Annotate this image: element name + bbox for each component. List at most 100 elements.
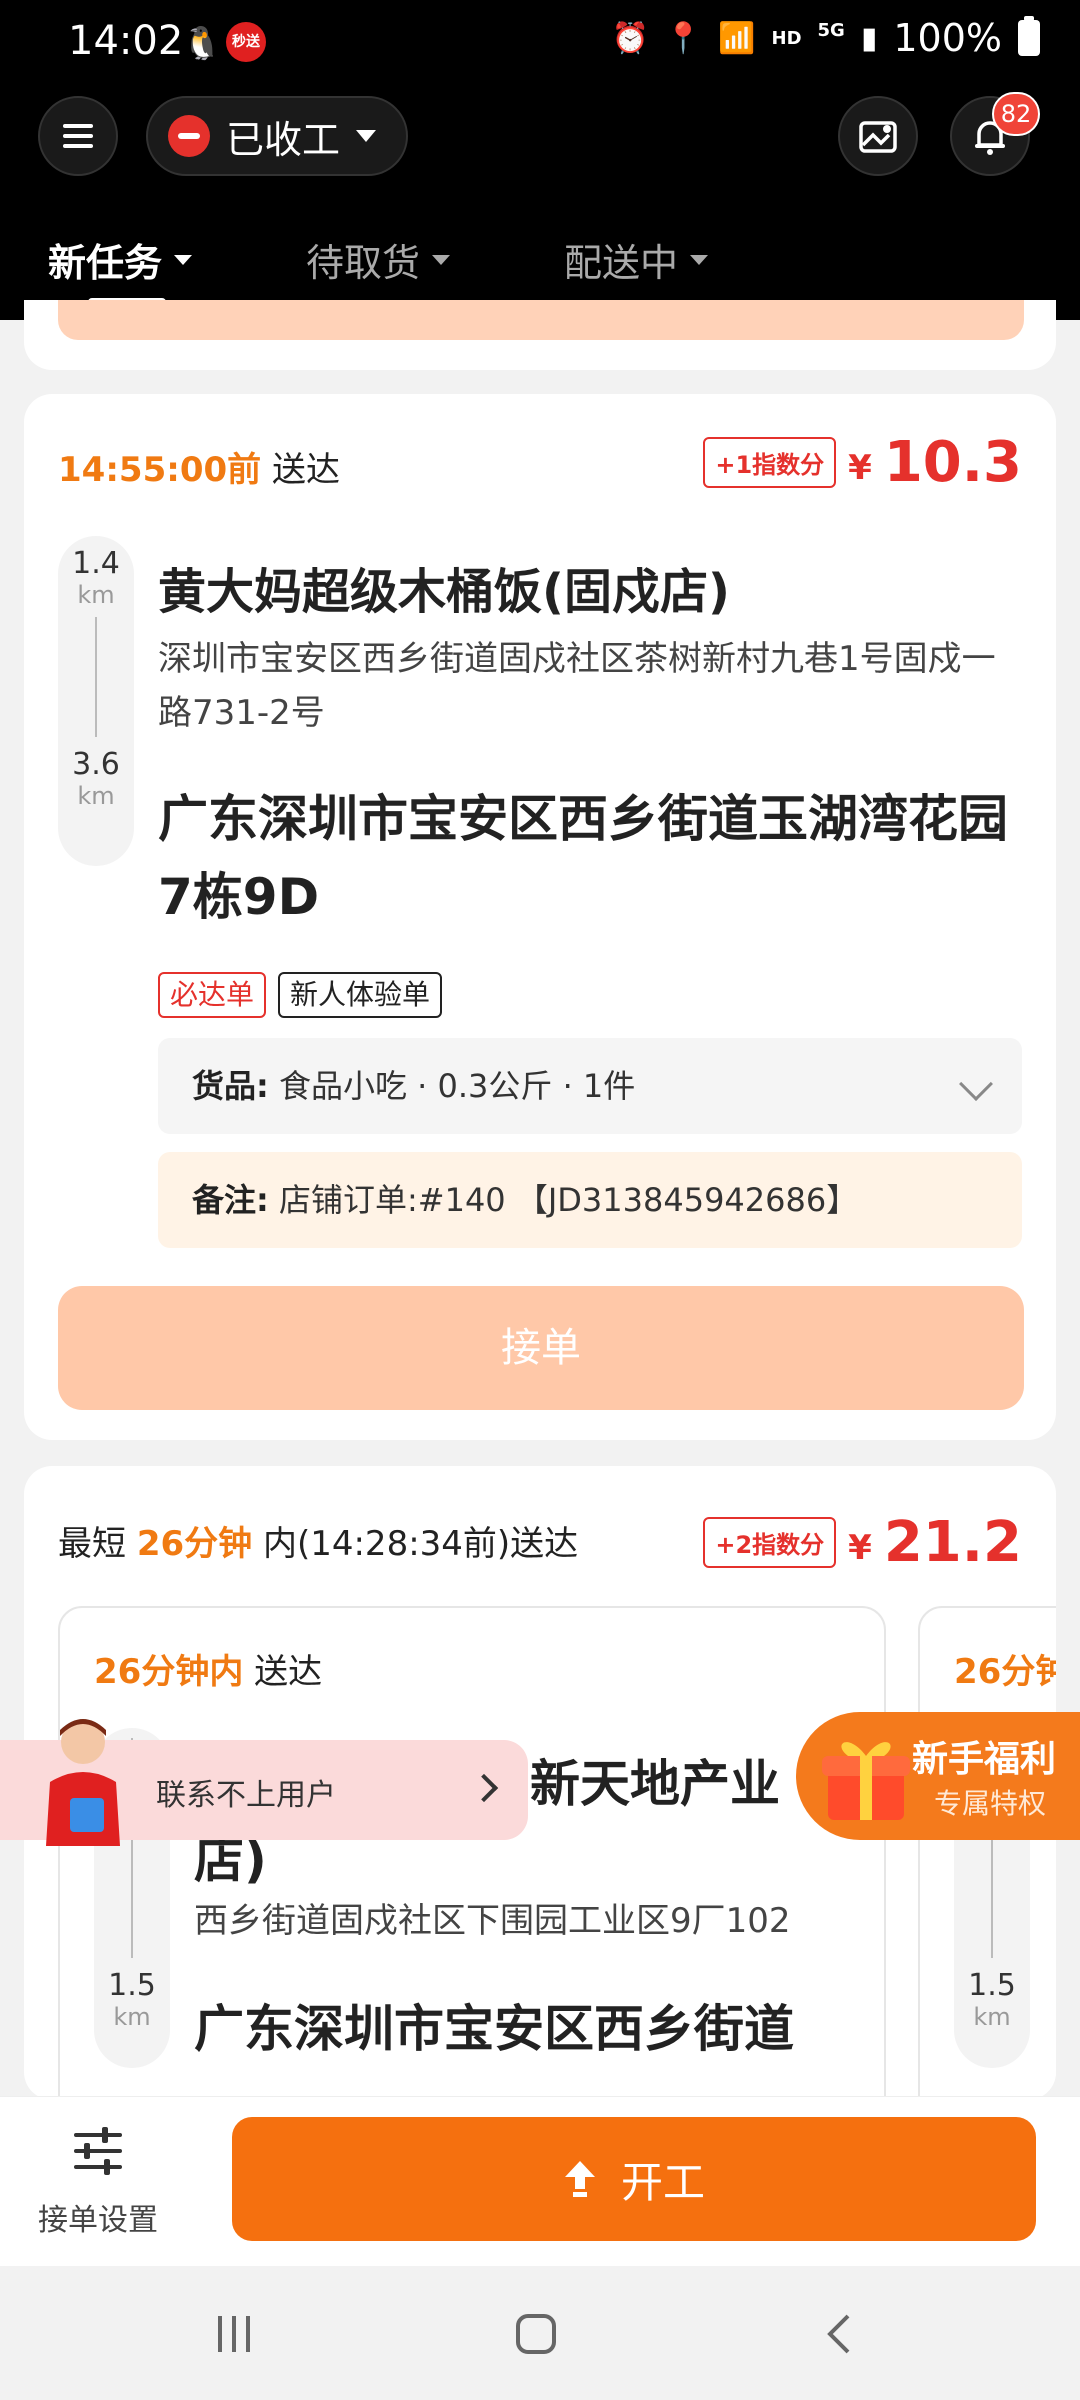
notification-badge: 82	[992, 92, 1040, 136]
wifi-icon: 📶	[718, 20, 756, 56]
chevron-right-icon	[469, 1773, 499, 1803]
sub-order-deadline: 26分钟内 送达	[94, 1644, 322, 1693]
new-user-tag: 新人体验单	[278, 972, 443, 1018]
shop-address: 西乡街道固戍社区下围园工业区9厂102	[194, 1901, 791, 1941]
goods-value: 食品小吃 · 0.3公斤 · 1件	[278, 1067, 636, 1105]
tab-to-pickup[interactable]: 待取货	[306, 232, 451, 287]
order-settings-label: 接单设置	[38, 2203, 158, 2238]
sub-order-card[interactable]: 26分钟 1.5 km	[918, 1606, 1056, 2100]
status-time: 14:02	[68, 18, 184, 64]
app-header: 已收工 82 新任务 待取货 配送中	[0, 86, 1080, 320]
currency-symbol: ¥	[848, 447, 872, 488]
stop-icon	[168, 115, 210, 157]
distance-unit: km	[973, 2003, 1011, 2031]
deadline-time: 14:55:00前	[58, 450, 262, 490]
map-button[interactable]	[838, 96, 918, 176]
courier-avatar-icon	[46, 1719, 120, 1846]
previous-accept-button[interactable]	[58, 300, 1024, 340]
system-nav-bar	[0, 2266, 1080, 2400]
work-status-dropdown[interactable]: 已收工	[146, 96, 409, 176]
welfare-title: 新手福利	[912, 1739, 1057, 1780]
menu-button[interactable]	[38, 96, 118, 176]
shop-name: 新天地产业	[530, 1755, 780, 1813]
start-work-button[interactable]: 开工	[232, 2117, 1036, 2241]
dropoff-distance: 3.6	[72, 747, 120, 782]
sub-order-duration: 26分钟	[954, 1652, 1056, 1692]
destination-address: 广东深圳市宝安区西乡街道	[194, 2000, 794, 2058]
home-button[interactable]	[496, 2306, 576, 2362]
sub-order-deadline: 26分钟	[954, 1644, 1056, 1693]
price-value: 21.2	[883, 1510, 1022, 1575]
sub-order-card[interactable]: 26分钟内 送达 1.5 km 新天地产业 店) 西乡街道固戍社区下围园工业区9…	[58, 1606, 886, 2100]
index-score-badge: +2指数分	[703, 1517, 837, 1568]
status-bar: 14:02 🐧 秒送 ⏰ 📍 📶 HD 5G ▮ 100%	[0, 0, 1080, 86]
upload-arrow-icon	[564, 2161, 595, 2197]
chevron-down-icon	[174, 254, 193, 265]
home-icon	[516, 2314, 556, 2354]
gift-icon	[822, 1742, 910, 1820]
work-status-label: 已收工	[226, 117, 341, 162]
deadline-prefix: 最短	[58, 1524, 126, 1564]
delivery-deadline: 最短 26分钟 内(14:28:34前)送达	[58, 1516, 578, 1565]
goods-info-row[interactable]: 货品: 食品小吃 · 0.3公斤 · 1件	[158, 1038, 1022, 1134]
pickup-distance: 1.4	[72, 546, 120, 581]
remark-row: 备注: 店铺订单:#140 【JD313845942686】	[158, 1152, 1022, 1248]
notification-button[interactable]: 82	[950, 92, 1040, 176]
order-price: +2指数分 ¥ 21.2	[703, 1510, 1022, 1575]
deadline-duration: 26分钟	[136, 1524, 253, 1564]
sub-order-suffix: 送达	[254, 1652, 323, 1692]
tab-new-tasks[interactable]: 新任务	[48, 232, 193, 287]
chevron-down-icon	[432, 254, 451, 265]
tab-label: 配送中	[564, 241, 679, 285]
tab-label: 新任务	[48, 241, 163, 285]
dropoff-distance: 1.5	[108, 1968, 156, 2003]
app-notification-icon: 秒送	[226, 22, 266, 62]
recent-apps-icon	[218, 2316, 250, 2352]
back-icon	[827, 2314, 850, 2354]
contact-user-text: 联系不上用户	[156, 1778, 336, 1813]
remark-value: 店铺订单:#140 【JD313845942686】	[278, 1181, 859, 1219]
chevron-down-icon	[959, 1067, 993, 1101]
deadline-suffix: 送达	[271, 450, 340, 490]
deadline-suffix: 内(14:28:34前)送达	[262, 1524, 579, 1564]
sliders-icon	[74, 2127, 122, 2175]
remark-label: 备注:	[192, 1181, 269, 1219]
hamburger-icon	[63, 124, 93, 148]
start-work-label: 开工	[620, 2157, 705, 2207]
tab-label: 待取货	[306, 241, 421, 285]
route-line	[95, 617, 97, 737]
goods-label: 货品:	[192, 1067, 269, 1105]
accept-order-button[interactable]: 接单	[58, 1286, 1024, 1410]
shop-name: 黄大妈超级木桶饭(固戍店)	[158, 564, 730, 620]
destination-address: 广东深圳市宝安区西乡街道玉湖湾花园7栋9D	[158, 790, 1008, 926]
delivery-deadline: 14:55:00前 送达	[58, 442, 340, 491]
new-user-welfare-banner[interactable]: 新手福利 专属特权	[796, 1712, 1080, 1840]
currency-symbol: ¥	[848, 1527, 872, 1568]
distance-unit: km	[77, 581, 115, 609]
dropoff-distance: 1.5	[968, 1968, 1016, 2003]
order-price: +1指数分 ¥ 10.3	[703, 430, 1022, 495]
tab-delivering[interactable]: 配送中	[564, 232, 709, 287]
must-deliver-tag: 必达单	[158, 972, 267, 1018]
penguin-icon: 🐧	[182, 24, 222, 62]
distance-unit: km	[113, 2003, 151, 2031]
battery-icon	[1018, 16, 1040, 56]
map-icon	[859, 121, 897, 153]
order-tabs: 新任务 待取货 配送中	[0, 214, 1080, 314]
welfare-subtitle: 专属特权	[934, 1787, 1047, 1820]
order-card[interactable]: 14:55:00前 送达 +1指数分 ¥ 10.3 1.4 km 3.6 km …	[24, 394, 1056, 1440]
distance-indicator: 1.4 km 3.6 km	[58, 536, 134, 866]
network-indicator: 5G	[817, 19, 845, 41]
sub-order-duration: 26分钟内	[94, 1652, 244, 1692]
alarm-icon: ⏰	[611, 20, 649, 56]
price-value: 10.3	[883, 430, 1022, 495]
battery-percent: 100%	[893, 16, 1002, 60]
location-icon: 📍	[664, 20, 703, 56]
order-settings-button[interactable]: 接单设置	[28, 2121, 168, 2239]
shop-address: 深圳市宝安区西乡街道固戍社区茶树新村九巷1号固戍一路731-2号	[158, 639, 996, 733]
back-button[interactable]	[800, 2306, 880, 2362]
hd-indicator: HD	[771, 27, 802, 49]
signal-icon: ▮	[860, 20, 878, 56]
chevron-down-icon	[690, 254, 709, 265]
recent-apps-button[interactable]	[194, 2306, 274, 2362]
